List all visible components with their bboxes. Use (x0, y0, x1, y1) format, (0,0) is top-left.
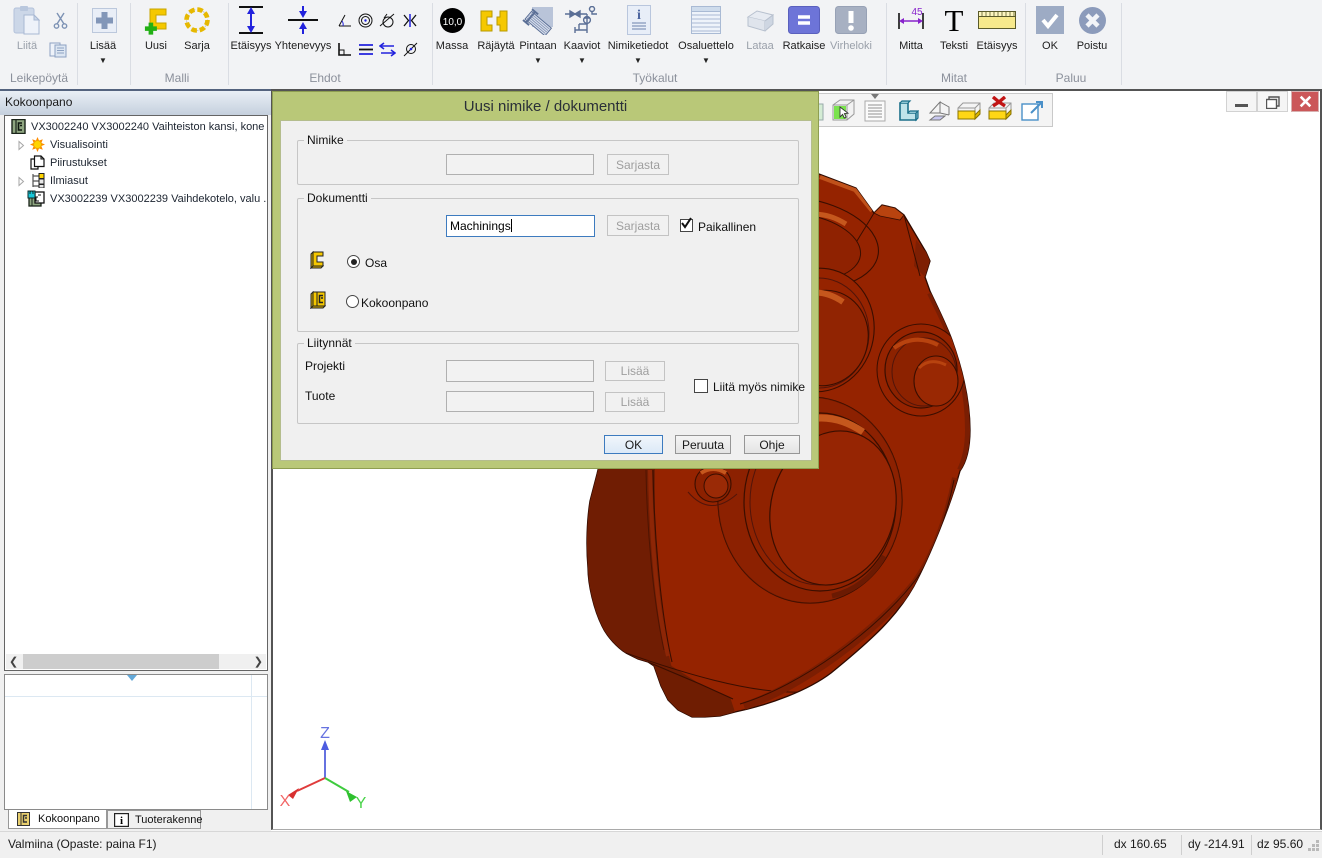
svg-text:45: 45 (911, 7, 923, 18)
svg-text:Y: Y (356, 795, 367, 812)
svg-text:i: i (120, 815, 123, 827)
svg-text:10,0: 10,0 (443, 17, 463, 28)
svg-text:X: X (280, 793, 291, 810)
svg-text:Z: Z (320, 725, 330, 742)
svg-text:i: i (637, 8, 641, 23)
